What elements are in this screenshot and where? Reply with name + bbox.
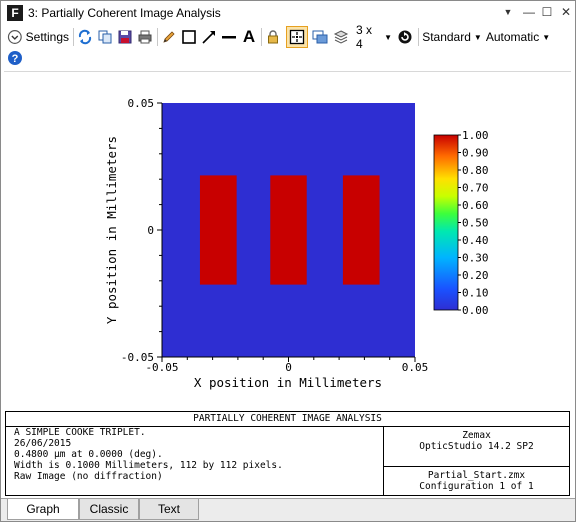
arrow-icon — [202, 31, 215, 44]
info-title: PARTIALLY COHERENT IMAGE ANALYSIS — [6, 412, 569, 427]
info-panel: PARTIALLY COHERENT IMAGE ANALYSIS A SIMP… — [5, 411, 570, 496]
save-icon — [118, 30, 132, 44]
layout-label: 3 x 4 — [356, 23, 373, 51]
colorbar-tick-label: 0.60 — [462, 199, 489, 212]
maximize-button[interactable]: ☐ — [537, 3, 557, 21]
settings-button[interactable]: Settings — [7, 28, 69, 46]
refresh-icon — [78, 29, 92, 45]
colorbar-tick-label: 0.70 — [462, 182, 489, 195]
toolbar-divider — [157, 28, 158, 46]
x-tick-label: 0.05 — [402, 361, 429, 374]
printer-icon — [138, 30, 152, 44]
text-tool-button[interactable]: A — [240, 27, 258, 47]
toolbar: Settings A 3 x 4 ▼ Standard ▼ Automatic … — [1, 23, 575, 69]
app-logo-icon: F — [7, 5, 23, 21]
pin-dropdown-button[interactable]: ▼ — [498, 3, 518, 21]
colorbar-tick-label: 0.80 — [462, 164, 489, 177]
heatmap-bar — [342, 175, 380, 285]
standard-dropdown[interactable]: Standard ▼ — [422, 28, 482, 46]
y-tick-label: 0.05 — [128, 97, 155, 110]
minimize-button[interactable]: — — [519, 3, 539, 21]
pencil-tool-button[interactable] — [160, 28, 178, 46]
info-line: Partial_Start.zmx — [427, 470, 526, 481]
tab-graph[interactable]: Graph — [7, 499, 79, 520]
automatic-dropdown[interactable]: Automatic ▼ — [485, 28, 551, 46]
window-title: 3: Partially Coherent Image Analysis — [28, 6, 221, 20]
close-button[interactable]: ✕ — [556, 3, 576, 21]
rectangle-icon — [182, 30, 196, 44]
pencil-icon — [163, 31, 175, 43]
print-button[interactable] — [136, 28, 154, 46]
info-line: Width is 0.1000 Millimeters, 112 by 112 … — [14, 460, 283, 471]
colorbar-tick-label: 0.30 — [462, 252, 489, 265]
graph-area[interactable]: -0.05 0 0.05 0.05 0 -0.05 1.00 0.90 0.80 0.70 0.6… — [4, 71, 571, 409]
info-line: 0.4800 µm at 0.0000 (deg). — [14, 449, 163, 460]
info-line: Zemax — [462, 430, 491, 441]
info-line: Raw Image (no diffraction) — [14, 471, 163, 482]
automatic-label: Automatic — [485, 30, 540, 44]
colorbar-tick-label: 0.00 — [462, 304, 489, 317]
info-line: A SIMPLE COOKE TRIPLET. — [14, 427, 146, 438]
toolbar-divider — [418, 28, 419, 46]
dropdown-arrow-icon: ▼ — [473, 32, 482, 42]
title-bar[interactable]: F 3: Partially Coherent Image Analysis ▼… — [1, 1, 575, 25]
line-tool-button[interactable] — [220, 28, 238, 46]
info-file: Partial_Start.zmx Configuration 1 of 1 — [384, 467, 569, 492]
tab-text[interactable]: Text — [139, 499, 199, 520]
toolbar-divider — [73, 28, 74, 46]
copy-icon — [98, 30, 112, 44]
help-icon: ? — [8, 51, 22, 65]
colorbar-tick-label: 0.90 — [462, 147, 489, 160]
save-button[interactable] — [116, 28, 134, 46]
y-tick-label: 0 — [147, 224, 154, 237]
x-tick-label: 0 — [285, 361, 292, 374]
window-stack-icon — [312, 30, 328, 44]
copy-button[interactable] — [96, 28, 114, 46]
zoom-fit-button[interactable] — [286, 26, 308, 48]
power-refresh-icon — [398, 30, 412, 44]
y-tick-label: -0.05 — [121, 351, 154, 364]
crosshair-frame-icon — [289, 29, 305, 45]
colorbar-tick-label: 0.10 — [462, 287, 489, 300]
svg-text:?: ? — [12, 53, 19, 65]
colorbar-tick-label: 0.50 — [462, 217, 489, 230]
lock-icon — [268, 30, 278, 44]
info-line: Configuration 1 of 1 — [419, 481, 534, 492]
rectangle-tool-button[interactable] — [180, 28, 198, 46]
text-tool-label: A — [242, 27, 256, 46]
colorbar-tick-label: 1.00 — [462, 129, 489, 142]
chevron-down-circle-icon — [7, 30, 22, 44]
info-software: Zemax OpticStudio 14.2 SP2 — [384, 427, 569, 467]
y-axis-label: Y position in Millimeters — [104, 136, 119, 324]
colorbar-tick-label: 0.20 — [462, 269, 489, 282]
info-line: OpticStudio 14.2 SP2 — [419, 441, 534, 452]
line-icon — [222, 36, 236, 39]
window-button[interactable] — [311, 28, 329, 46]
arrow-tool-button[interactable] — [200, 28, 218, 46]
x-axis-label: X position in Millimeters — [194, 375, 382, 390]
standard-label: Standard — [422, 30, 471, 44]
auto-update-button[interactable] — [396, 28, 414, 46]
info-description: A SIMPLE COOKE TRIPLET. 26/06/2015 0.480… — [14, 427, 384, 482]
layout-dropdown[interactable]: 3 x 4 ▼ — [356, 23, 392, 51]
help-button[interactable]: ? — [6, 49, 24, 67]
layers-icon — [333, 30, 349, 44]
colorbar-tick-label: 0.40 — [462, 234, 489, 247]
refresh-button[interactable] — [76, 28, 94, 46]
tab-classic[interactable]: Classic — [79, 499, 139, 520]
dropdown-arrow-icon: ▼ — [542, 32, 551, 42]
layers-button[interactable] — [332, 28, 350, 46]
colorbar — [433, 134, 459, 311]
plot-canvas: -0.05 0 0.050.050-0.05 1.000.900.800.700.6… — [104, 97, 489, 390]
heatmap-bar — [199, 175, 237, 285]
settings-label: Settings — [25, 30, 69, 44]
analysis-window: F 3: Partially Coherent Image Analysis ▼… — [0, 0, 576, 522]
dropdown-arrow-icon: ▼ — [384, 32, 392, 42]
info-line: 26/06/2015 — [14, 438, 72, 449]
heatmap-bar — [270, 175, 307, 285]
tab-bar: Graph Classic Text — [1, 498, 575, 521]
toolbar-divider — [261, 28, 262, 46]
lock-button[interactable] — [264, 28, 282, 46]
